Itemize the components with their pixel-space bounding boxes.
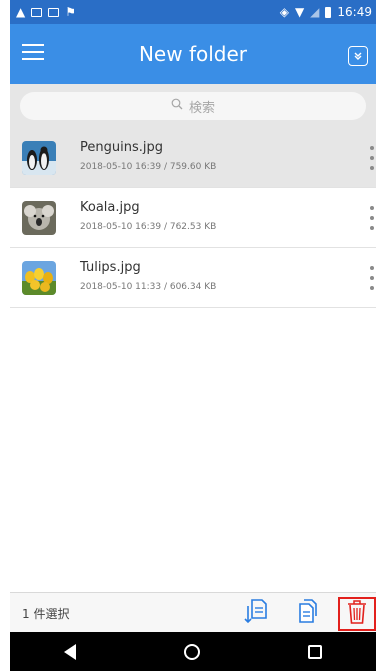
copy-button[interactable] bbox=[293, 599, 321, 627]
system-nav-bar bbox=[10, 632, 376, 671]
file-name: Koala.jpg bbox=[80, 200, 140, 215]
image-icon bbox=[48, 7, 60, 17]
app-bar: New folder bbox=[10, 24, 376, 84]
koala-thumbnail bbox=[22, 201, 56, 235]
search-placeholder: 検索 bbox=[188, 100, 215, 116]
back-icon[interactable] bbox=[64, 643, 76, 660]
move-button[interactable] bbox=[242, 599, 270, 627]
more-vert-icon[interactable] bbox=[370, 206, 374, 230]
file-name: Penguins.jpg bbox=[80, 140, 163, 155]
file-name: Tulips.jpg bbox=[80, 260, 141, 275]
mail-icon bbox=[31, 7, 43, 17]
status-time: 16:49 bbox=[337, 5, 372, 19]
penguins-thumbnail bbox=[22, 141, 56, 175]
battery-icon bbox=[325, 6, 332, 18]
app-screen: ▲ ⚑ ◈ ▼ ◢ 16:49 New folder 検索 Penguins.j… bbox=[10, 0, 376, 671]
file-list: Penguins.jpg 2018-05-10 16:39 / 759.60 K… bbox=[10, 128, 376, 308]
selection-count: 1 件選択 bbox=[22, 607, 70, 621]
search-bar: 検索 bbox=[10, 84, 376, 128]
more-vert-icon[interactable] bbox=[370, 266, 374, 290]
tulips-thumbnail bbox=[22, 261, 56, 295]
status-bar: ▲ ⚑ ◈ ▼ ◢ 16:49 bbox=[10, 0, 376, 24]
file-meta: 2018-05-10 16:39 / 759.60 KB bbox=[80, 162, 217, 172]
list-item[interactable]: Penguins.jpg 2018-05-10 16:39 / 759.60 K… bbox=[10, 128, 376, 188]
signal-icon: ◢ bbox=[310, 5, 320, 19]
list-item[interactable]: Tulips.jpg 2018-05-10 11:33 / 606.34 KB bbox=[10, 248, 376, 308]
double-chevron-down-icon[interactable] bbox=[348, 46, 368, 66]
file-meta: 2018-05-10 16:39 / 762.53 KB bbox=[80, 222, 217, 232]
move-file-icon bbox=[244, 598, 268, 628]
copy-file-icon bbox=[295, 598, 319, 628]
trash-icon bbox=[346, 599, 368, 629]
delete-button[interactable] bbox=[338, 597, 376, 631]
search-input[interactable]: 検索 bbox=[20, 92, 366, 120]
home-icon[interactable] bbox=[184, 643, 200, 660]
more-vert-icon[interactable] bbox=[370, 146, 374, 170]
page-title: New folder bbox=[138, 42, 248, 66]
warning-icon: ▲ bbox=[16, 5, 26, 19]
recents-icon[interactable] bbox=[308, 644, 322, 659]
flag-icon: ⚑ bbox=[65, 5, 76, 19]
selection-action-bar: 1 件選択 bbox=[10, 592, 376, 633]
search-icon bbox=[171, 98, 183, 114]
wifi-icon: ▼ bbox=[294, 5, 305, 19]
file-meta: 2018-05-10 11:33 / 606.34 KB bbox=[80, 282, 217, 292]
vibrate-icon: ◈ bbox=[279, 5, 289, 19]
list-item[interactable]: Koala.jpg 2018-05-10 16:39 / 762.53 KB bbox=[10, 188, 376, 248]
